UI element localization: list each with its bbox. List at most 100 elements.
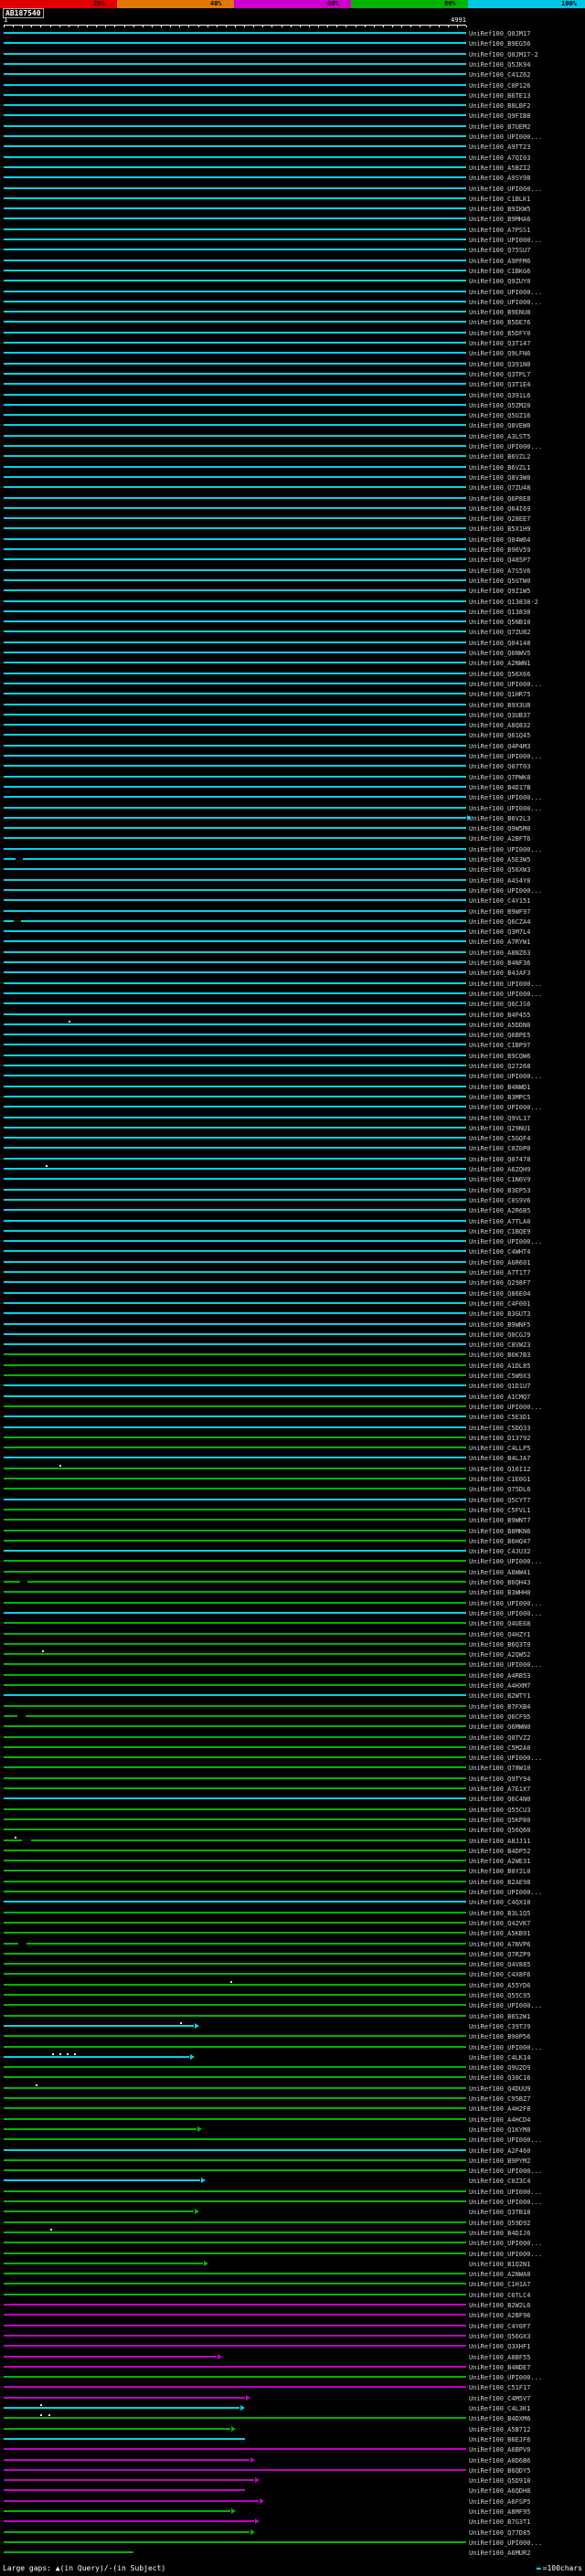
hit-label[interactable]: UniRef100_Q7PWK8 (469, 774, 530, 781)
hit-row[interactable]: UniRef100_B96V59 (0, 545, 585, 555)
hit-bar[interactable] (4, 1818, 466, 1820)
hit-bar[interactable] (4, 280, 466, 282)
hit-row[interactable]: UniRef100_Q9TY94 (0, 1774, 585, 1784)
hit-bar[interactable] (4, 662, 466, 664)
hit-row[interactable]: UniRef100_B6QDY5 (0, 2465, 585, 2475)
hit-row[interactable]: UniRef100_B9X3U8 (0, 700, 585, 710)
hit-label[interactable]: UniRef100_A6BPV0 (469, 2446, 530, 2454)
hit-row[interactable]: UniRef100_B8MKN6 (0, 1526, 585, 1536)
hit-bar[interactable] (4, 2097, 466, 2099)
hit-label[interactable]: UniRef100_B2W2L6 (469, 2302, 530, 2309)
hit-bar[interactable] (4, 2169, 466, 2172)
hit-row[interactable]: UniRef100_C1N0V9 (0, 1174, 585, 1184)
hit-row[interactable]: UniRef100_A2WE31 (0, 1856, 585, 1866)
hit-row[interactable]: UniRef100_A4HCD4 (0, 2115, 585, 2125)
hit-label[interactable]: UniRef100_C5FVL1 (469, 1507, 530, 1514)
hit-bar[interactable] (4, 1622, 466, 1625)
hit-bar[interactable] (4, 393, 466, 396)
hit-label[interactable]: UniRef100_Q5JK94 (469, 61, 530, 69)
hit-bar[interactable] (4, 2551, 133, 2554)
hit-bar[interactable] (4, 445, 466, 447)
hit-row[interactable]: UniRef100_Q4V885 (0, 1959, 585, 1969)
hit-label[interactable]: UniRef100_Q13838-2 (469, 599, 538, 606)
hit-bar[interactable] (4, 42, 466, 45)
hit-row[interactable]: UniRef100_UPI000... (0, 2238, 585, 2248)
hit-row[interactable]: UniRef100_C0P126 (0, 80, 585, 90)
hit-row[interactable]: UniRef100_A2BFT6 (0, 833, 585, 843)
hit-row[interactable]: UniRef100_B4NWD1 (0, 1082, 585, 1092)
hit-row[interactable]: UniRef100_C1BQE9 (0, 1226, 585, 1236)
hit-row[interactable]: UniRef100_A5B712 (0, 2424, 585, 2434)
hit-label[interactable]: UniRef100_B9EG56 (469, 40, 530, 48)
hit-row[interactable]: UniRef100_UPI000... (0, 184, 585, 194)
hit-row[interactable]: UniRef100_B2W2L6 (0, 2300, 585, 2310)
hit-label[interactable]: UniRef100_UPI000... (469, 1073, 542, 1080)
hit-row[interactable]: UniRef100_Q6MWN0 (0, 1722, 585, 1732)
hit-row[interactable]: UniRef100_A8WW41 (0, 1567, 585, 1577)
hit-row[interactable]: UniRef100_Q1HR75 (0, 689, 585, 699)
hit-row[interactable]: UniRef100_UPI000... (0, 844, 585, 854)
hit-label[interactable]: UniRef100_B6V2L3 (469, 815, 530, 822)
hit-bar[interactable] (4, 1002, 466, 1005)
hit-label[interactable]: UniRef100_C4X8F6 (469, 1971, 530, 1978)
hit-label[interactable]: UniRef100_A4S4Y8 (469, 877, 530, 885)
hit-bar[interactable] (4, 816, 466, 819)
hit-label[interactable]: UniRef100_C5W9X3 (469, 1373, 530, 1380)
hit-row[interactable]: UniRef100_UPI000... (0, 287, 585, 297)
hit-label[interactable]: UniRef100_A9SY98 (469, 175, 530, 182)
hit-bar[interactable] (4, 2437, 245, 2440)
hit-bar[interactable] (4, 434, 466, 437)
hit-row[interactable]: UniRef100_B6VZL1 (0, 462, 585, 472)
hit-bar[interactable] (4, 207, 466, 210)
hit-label[interactable]: UniRef100_B2AE98 (469, 1879, 530, 1886)
hit-label[interactable]: UniRef100_B4DXM6 (469, 2415, 530, 2422)
hit-row[interactable]: UniRef100_A6BPV0 (0, 2444, 585, 2454)
hit-label[interactable]: UniRef100_UPI000... (469, 1889, 542, 1896)
hit-row[interactable]: UniRef100_Q5GTW0 (0, 576, 585, 586)
hit-bar[interactable] (4, 114, 466, 117)
hit-row[interactable]: UniRef100_C4WHT4 (0, 1246, 585, 1256)
hit-label[interactable]: UniRef100_Q4UE68 (469, 1620, 530, 1627)
hit-row[interactable]: UniRef100_UPI000... (0, 1402, 585, 1412)
hit-row[interactable]: UniRef100_Q56XW3 (0, 864, 585, 875)
hit-bar[interactable] (4, 1478, 466, 1479)
hit-row[interactable]: UniRef100_A9SY98 (0, 173, 585, 183)
hit-row[interactable]: UniRef100_C1E0G1 (0, 1474, 585, 1484)
hit-label[interactable]: UniRef100_Q6C4N0 (469, 1796, 530, 1803)
hit-label[interactable]: UniRef100_Q5GTW0 (469, 578, 530, 585)
hit-label[interactable]: UniRef100_A8NZ63 (469, 949, 530, 957)
hit-bar[interactable] (4, 672, 466, 674)
hit-label[interactable]: UniRef100_C4Y0F7 (469, 2323, 530, 2330)
hit-label[interactable]: UniRef100_UPI000... (469, 1104, 542, 1111)
hit-bar[interactable] (4, 2468, 466, 2471)
hit-row[interactable]: UniRef100_Q9FIB8 (0, 111, 585, 121)
hit-label[interactable]: UniRef100_UPI000... (469, 2189, 542, 2196)
hit-label[interactable]: UniRef100_C4JU32 (469, 1548, 530, 1555)
hit-label[interactable]: UniRef100_Q7RZP9 (469, 1951, 530, 1958)
hit-row[interactable]: UniRef100_C4F001 (0, 1299, 585, 1309)
hit-bar[interactable] (4, 217, 466, 220)
hit-row[interactable]: UniRef100_B4D17B (0, 782, 585, 792)
hit-label[interactable]: UniRef100_Q75SU7 (469, 247, 530, 254)
hit-bar[interactable] (4, 1725, 466, 1728)
hit-label[interactable]: UniRef100_UPI000... (469, 846, 542, 853)
hit-label[interactable]: UniRef100_B4LJA7 (469, 1455, 530, 1462)
hit-row[interactable]: UniRef100_C39TJ9 (0, 2021, 585, 2031)
hit-row[interactable]: UniRef100_A7RYW1 (0, 937, 585, 947)
hit-label[interactable]: UniRef100_Q07478 (469, 1156, 530, 1163)
hit-bar[interactable] (4, 1436, 466, 1438)
hit-row[interactable]: UniRef100_Q56Q60 (0, 1825, 585, 1835)
hit-label[interactable]: UniRef100_C0Z3C4 (469, 2178, 530, 2185)
hit-label[interactable]: UniRef100_A2R6B5 (469, 1207, 530, 1214)
hit-label[interactable]: UniRef100_B7G3T1 (469, 2518, 530, 2526)
hit-row[interactable]: UniRef100_C4LLP5 (0, 1443, 585, 1453)
hit-row[interactable]: UniRef100_Q0JM17-2 (0, 49, 585, 59)
hit-label[interactable]: UniRef100_C1E0G1 (469, 1476, 530, 1483)
hit-label[interactable]: UniRef100_B4P455 (469, 1012, 530, 1019)
hit-row[interactable]: UniRef100_C4L3K1 (0, 2403, 585, 2413)
hit-bar[interactable] (4, 259, 466, 261)
hit-row[interactable]: UniRef100_B9WNT7 (0, 1515, 585, 1525)
hit-label[interactable]: UniRef100_UPI000... (469, 681, 542, 688)
hit-bar[interactable] (4, 1911, 466, 1913)
hit-row[interactable]: UniRef100_Q28EE7 (0, 514, 585, 524)
